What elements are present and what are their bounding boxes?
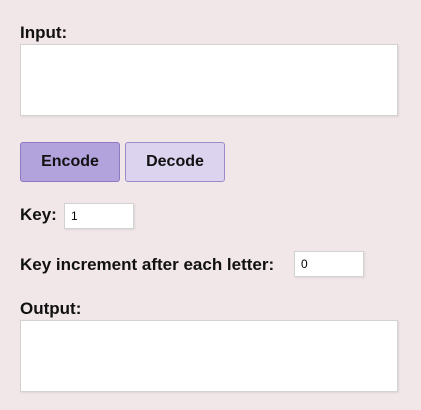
- output-textarea[interactable]: [20, 320, 398, 392]
- output-label: Output:: [20, 299, 82, 318]
- key-increment-input[interactable]: [294, 251, 364, 277]
- input-textarea[interactable]: [20, 44, 398, 116]
- key-input[interactable]: [64, 203, 134, 229]
- input-label: Input:: [20, 23, 68, 42]
- encode-button[interactable]: Encode: [20, 142, 120, 182]
- decode-button[interactable]: Decode: [125, 142, 225, 182]
- key-label: Key:: [20, 205, 57, 224]
- key-increment-label: Key increment after each letter:: [20, 255, 275, 274]
